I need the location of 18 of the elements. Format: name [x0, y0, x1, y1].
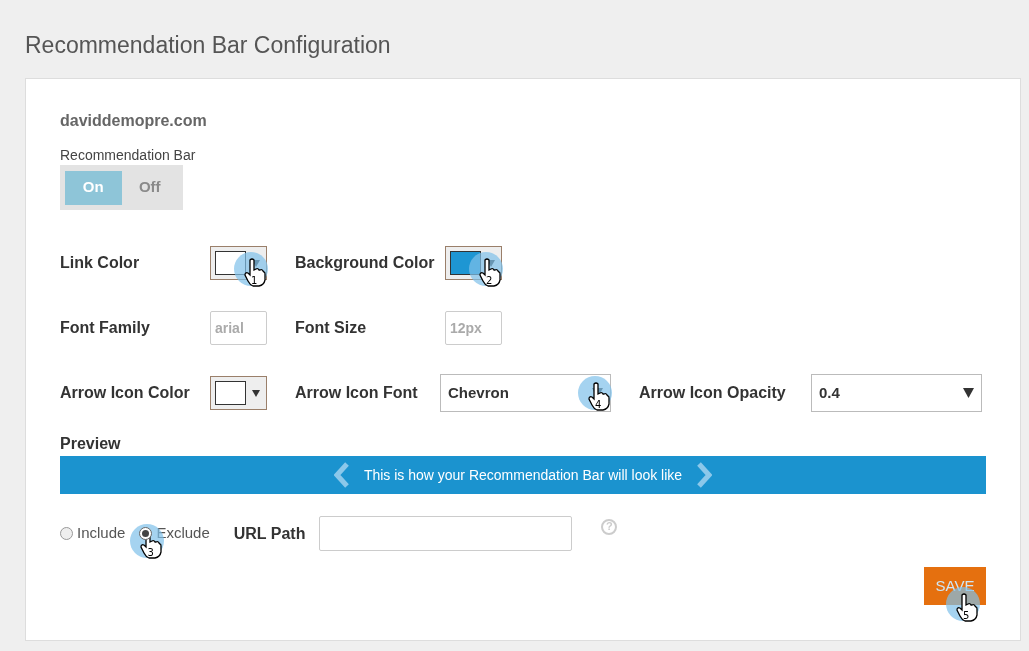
field-label: Arrow Icon Font	[295, 383, 418, 403]
step-number: 3	[147, 548, 154, 559]
field-label: Background Color	[295, 253, 435, 273]
step-number: 2	[486, 276, 493, 286]
field-label: Arrow Icon Color	[60, 383, 190, 403]
field-label: Font Family	[60, 318, 150, 338]
step-number: 5	[963, 611, 970, 621]
preview-text: This is how your Recommendation Bar will look like	[363, 465, 683, 485]
field-label: Link Color	[60, 253, 140, 273]
preview-label: Preview	[60, 434, 122, 454]
toggle-label: Recommendation Bar	[60, 147, 197, 163]
step-number: 1	[251, 276, 258, 286]
step-number: 4	[595, 400, 602, 410]
field-label: Arrow Icon Opacity	[639, 383, 786, 403]
page-title: Recommendation Bar Configuration	[24, 31, 392, 60]
site-name: daviddemopre.com	[60, 111, 208, 131]
field-label: Font Size	[295, 318, 367, 338]
url-path-label: URL Path	[233, 523, 306, 544]
